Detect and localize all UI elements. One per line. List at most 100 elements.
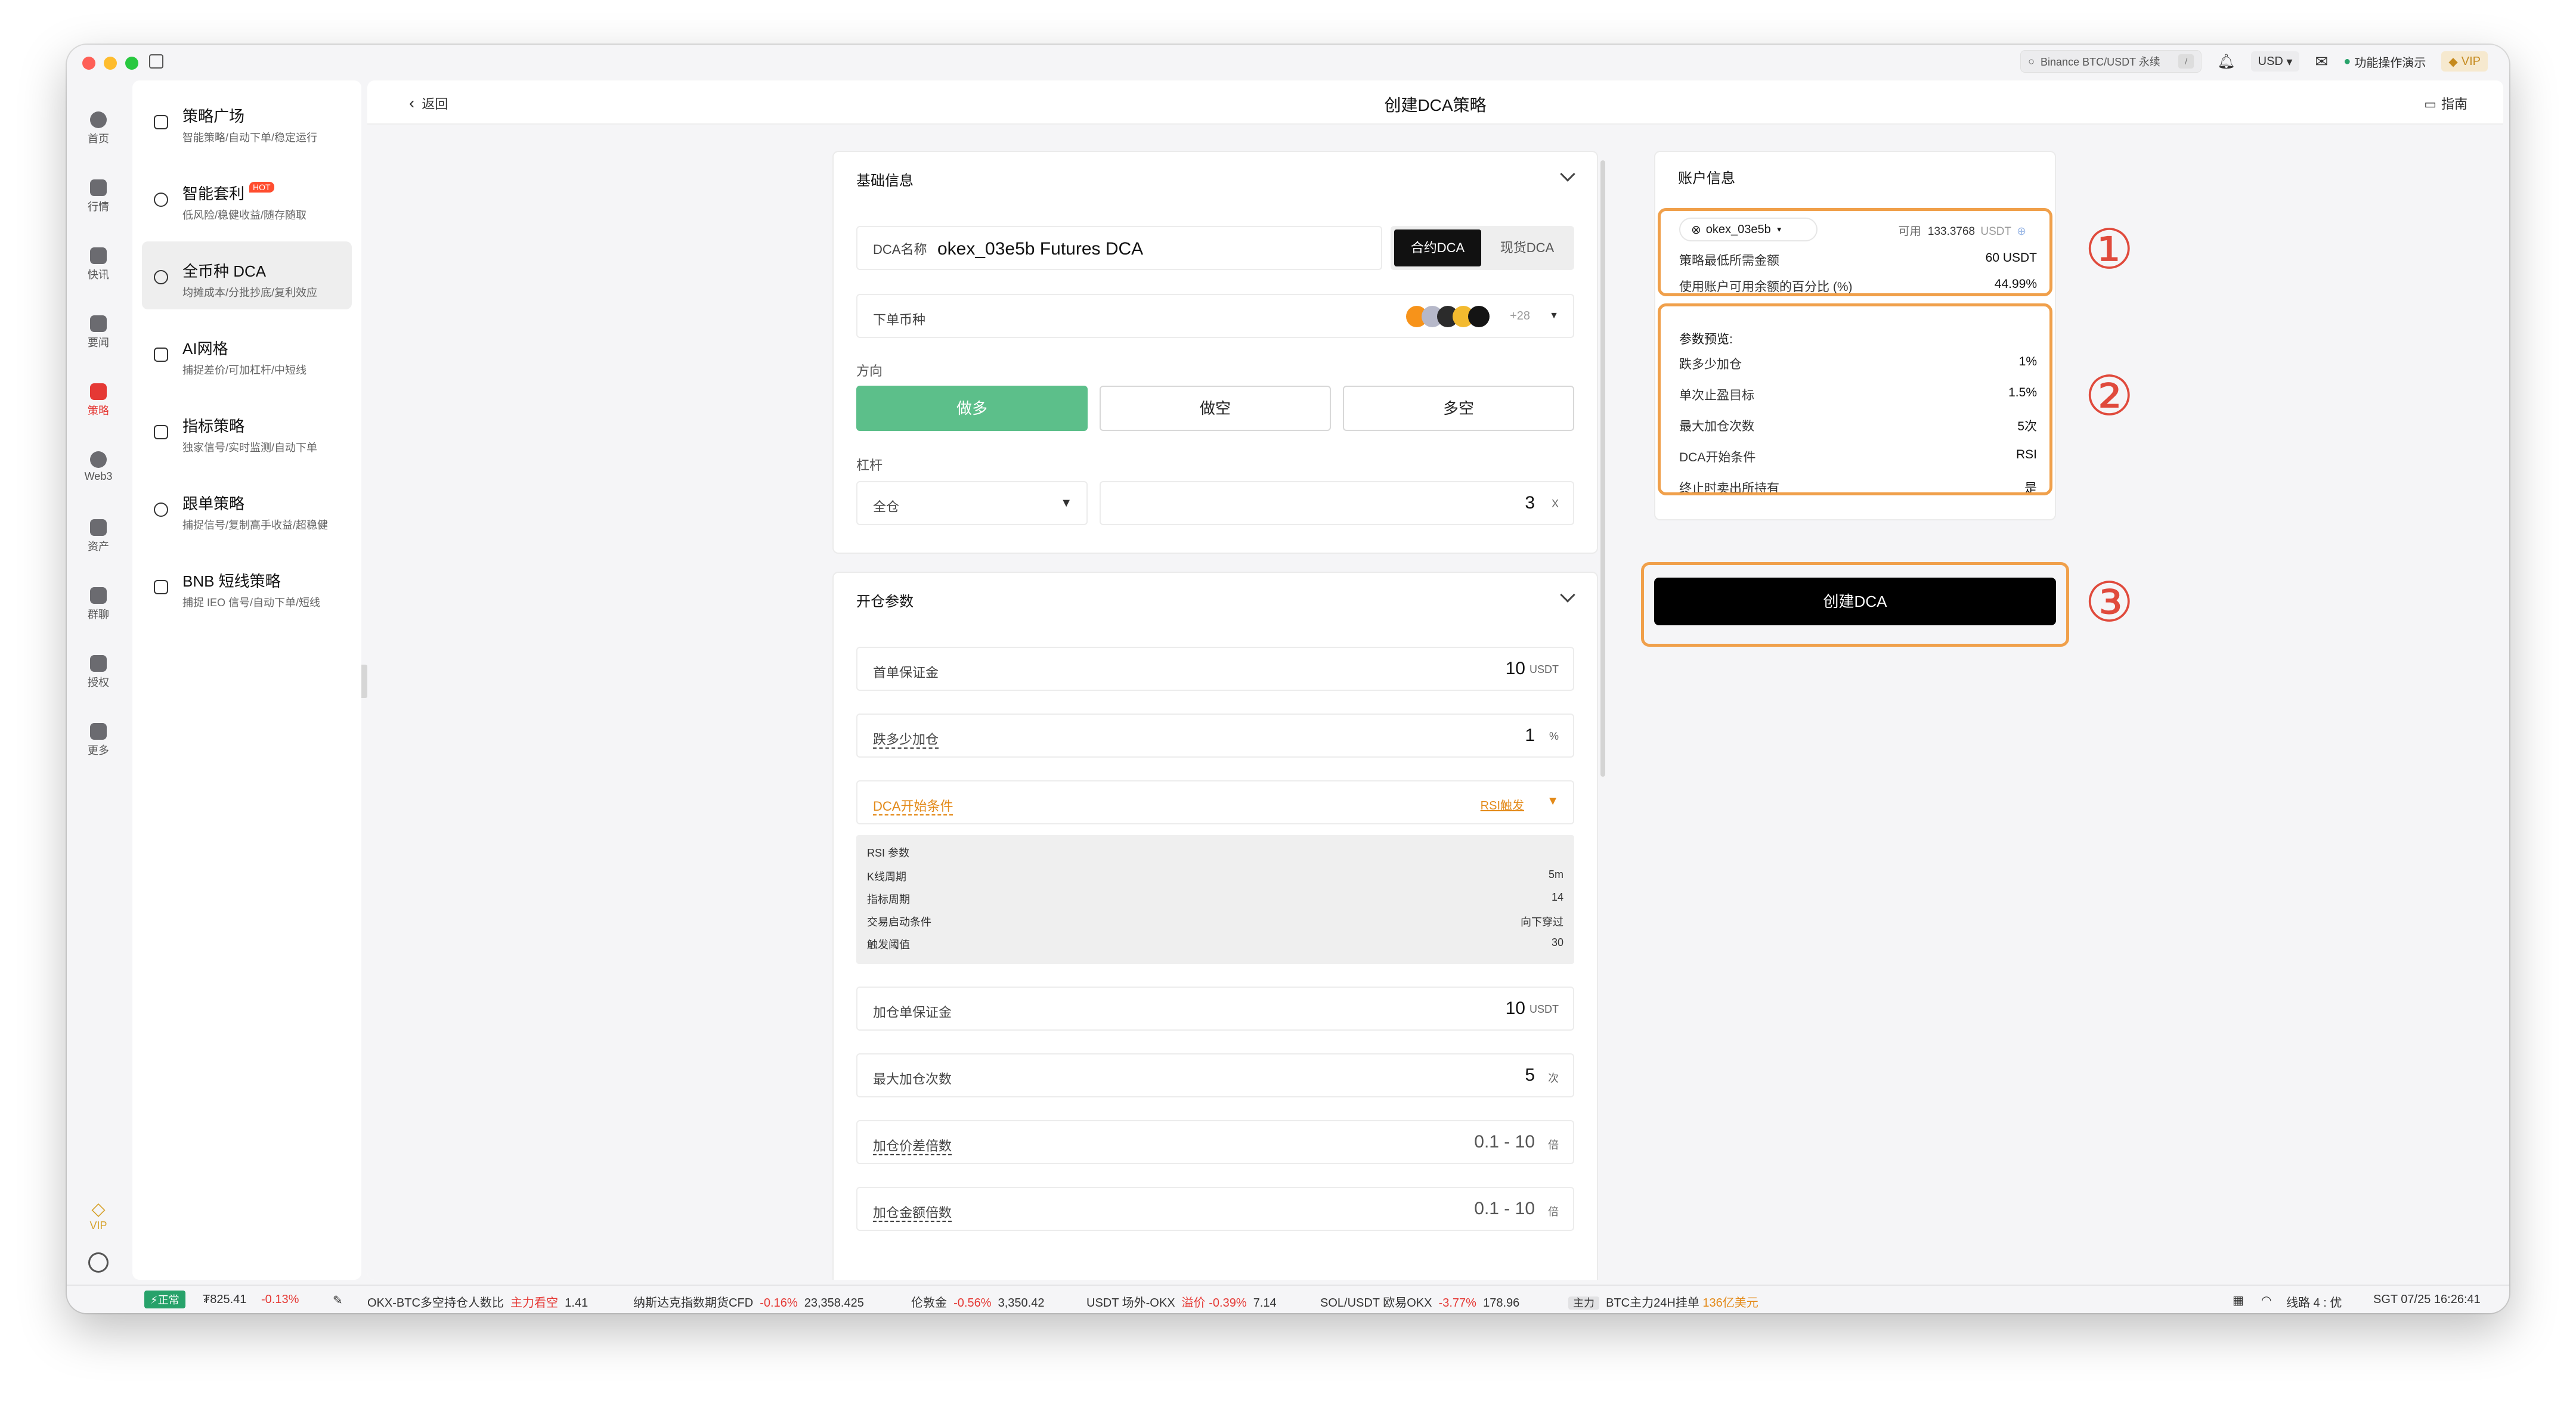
document-icon	[90, 315, 107, 332]
rail-item-home[interactable]: 首页	[67, 111, 130, 146]
drop-add-field[interactable]: 跌多少加仓 1 %	[856, 714, 1574, 758]
bell-icon[interactable]: 🔔︎	[2217, 53, 2235, 70]
close-window-button[interactable]	[82, 57, 95, 70]
dca-name-field[interactable]: DCA名称 okex_03e5b Futures DCA	[856, 226, 1382, 270]
strategy-sidebar: 策略广场 智能策略/自动下单/稳定运行 智能套利 HOT 低风险/稳健收益/随存随…	[132, 80, 361, 1280]
maximize-window-button[interactable]	[125, 57, 138, 70]
rail-item-more[interactable]: 更多	[67, 723, 130, 758]
rail-item-auth[interactable]: 授权	[67, 655, 130, 690]
tab-spot-dca[interactable]: 现货DCA	[1484, 229, 1571, 266]
long-short-button[interactable]: 多空	[1343, 386, 1574, 431]
field-label: 下单币种	[873, 312, 926, 327]
vip-text: VIP	[2461, 54, 2481, 68]
ticker-item[interactable]: SOL/USDT 欧易OKX -3.77% 178.96	[1320, 1293, 1519, 1310]
coin-more-count: +28	[1510, 309, 1530, 322]
rail-label: 群聊	[88, 609, 109, 621]
chevron-down-icon[interactable]	[1560, 166, 1575, 182]
sidebar-item-desc: 捕捉信号/复制高手收益/超稳健	[182, 519, 329, 531]
settings-button[interactable]	[67, 1252, 130, 1273]
sidebar-item-title: 策略广场	[182, 107, 245, 125]
sidebar-item-title: BNB 短线策略	[182, 572, 281, 590]
max-add-field[interactable]: 最大加仓次数 5 次	[856, 1053, 1574, 1097]
currency-select[interactable]: USD ▾	[2250, 51, 2300, 72]
sidebar-item-bnb[interactable]: BNB 短线策略 捕捉 IEO 信号/自动下单/短线	[142, 551, 352, 619]
sidebar-item-indicator[interactable]: 指标策略 独家信号/实时监测/自动下单	[142, 396, 352, 464]
leverage-input[interactable]: 3 X	[1100, 481, 1574, 525]
annotation-box-1	[1658, 208, 2052, 296]
rail-item-headlines[interactable]: 要闻	[67, 315, 130, 350]
start-condition-select[interactable]: DCA开始条件 RSI触发 ▼	[856, 780, 1574, 824]
ticker-item[interactable]: 纳斯达克指数期货CFD -0.16% 23,358.425	[633, 1293, 864, 1310]
coin-select[interactable]: 下单币种 +28 ▼	[856, 294, 1574, 338]
rail-label: VIP	[89, 1220, 107, 1232]
field-label: 跌多少加仓	[873, 732, 939, 747]
rail-item-market[interactable]: 行情	[67, 179, 130, 214]
ticker-value: 7.14	[1253, 1296, 1277, 1310]
pen-icon[interactable]: ✎	[333, 1293, 343, 1308]
amount-multiplier-value: 0.1 - 10	[1474, 1199, 1535, 1218]
sidebar-item-dca[interactable]: 全币种 DCA 均摊成本/分批抄底/复利效应	[142, 241, 352, 309]
chevron-down-icon[interactable]	[1560, 587, 1575, 603]
line-status[interactable]: 线路 4 : 优	[2286, 1293, 2342, 1310]
add-margin-field[interactable]: 加仓单保证金 10 USDT	[856, 987, 1574, 1031]
ticker-item[interactable]: 伦敦金 -0.56% 3,350.42	[911, 1293, 1044, 1310]
sidebar-item-desc: 捕捉差价/可加杠杆/中短线	[182, 364, 307, 376]
sidebar-item-ai-grid[interactable]: AI网格 捕捉差价/可加杠杆/中短线	[142, 319, 352, 387]
copy-icon	[154, 503, 168, 517]
short-button[interactable]: 做空	[1100, 386, 1331, 431]
margin-mode-select[interactable]: 全仓 ▼	[856, 481, 1088, 525]
calculator-icon[interactable]: ▦	[2233, 1293, 2244, 1308]
mode-label[interactable]: ● 功能操作演示	[2343, 53, 2426, 70]
rail-item-assets[interactable]: 资产	[67, 519, 130, 554]
minimize-window-button[interactable]	[104, 57, 117, 70]
ticker-item[interactable]: OKX-BTC多空持仓人数比 主力看空 1.41	[367, 1293, 588, 1310]
rail-item-strategy[interactable]: 策略	[67, 383, 130, 418]
rail-item-news[interactable]: 快讯	[67, 247, 130, 282]
ticker-item[interactable]: 主力 BTC主力24H挂单 136亿美元	[1568, 1293, 1758, 1310]
page-title: 创建DCA策略	[1384, 96, 1487, 114]
gear-icon	[88, 1252, 109, 1273]
rail-item-chat[interactable]: 群聊	[67, 587, 130, 622]
sidebar-item-strategy-square[interactable]: 策略广场 智能策略/自动下单/稳定运行	[142, 86, 352, 154]
coin-icons	[1406, 306, 1490, 327]
sidebar-item-title-text: 智能套利	[182, 185, 245, 203]
ticker-item[interactable]: USDT 场外-OKX 溢价 -0.39% 7.14	[1086, 1293, 1277, 1310]
first-margin-field[interactable]: 首单保证金 10 USDT	[856, 647, 1574, 691]
rsi-value: 5m	[1548, 869, 1563, 880]
status-text: 正常	[157, 1294, 179, 1306]
guide-button[interactable]: ▭ 指南	[2424, 94, 2467, 113]
sidebar-item-desc: 低风险/稳健收益/随存随取	[182, 209, 307, 221]
amount-multiplier-field[interactable]: 加仓金额倍数 0.1 - 10 倍	[856, 1187, 1574, 1231]
form-scrollbar[interactable]	[1600, 160, 1605, 777]
tab-futures-dca[interactable]: 合约DCA	[1394, 229, 1481, 266]
new-window-icon[interactable]	[149, 54, 163, 69]
rsi-value: 向下穿过	[1521, 916, 1563, 928]
rail-item-vip[interactable]: ◇ VIP	[67, 1199, 130, 1232]
rail-label: 首页	[88, 133, 109, 145]
rail-label: Web3	[84, 470, 113, 482]
field-label: 加仓金额倍数	[873, 1205, 952, 1220]
rail-label: 策略	[88, 405, 109, 417]
sidebar-item-desc: 捕捉 IEO 信号/自动下单/短线	[182, 597, 321, 609]
diamond-icon: ◆	[2448, 55, 2458, 69]
search-input[interactable]: ○ Binance BTC/USDT 永续 /	[2020, 50, 2202, 73]
ticker-value: 3,350.42	[998, 1296, 1045, 1310]
page-content: 基础信息 DCA名称 okex_03e5b Futures DCA 合约DCA …	[367, 125, 2503, 1280]
field-label: 首单保证金	[873, 665, 939, 680]
diamond-icon: ◇	[91, 1199, 106, 1219]
rsi-params-panel: RSI 参数 K线周期 5m 指标周期 14 交易启动条件 向下穿过 触发阈值 30	[856, 835, 1574, 964]
clock-time: SGT 07/25 16:26:41	[2373, 1293, 2481, 1306]
search-text: Binance BTC/USDT 永续	[2041, 56, 2160, 68]
long-button[interactable]: 做多	[856, 386, 1088, 431]
home-icon	[90, 111, 107, 128]
rail-item-web3[interactable]: Web3	[67, 451, 130, 483]
sidebar-item-copy-trading[interactable]: 跟单策略 捕捉信号/复制高手收益/超稳健	[142, 474, 352, 542]
btc-price[interactable]: ₮825.41	[203, 1293, 246, 1307]
ticker-tag: 主力	[1568, 1296, 1599, 1310]
card-title: 基础信息	[856, 173, 914, 189]
vip-badge[interactable]: ◆ VIP	[2441, 51, 2488, 72]
leverage-label: 杠杆	[856, 458, 883, 473]
price-multiplier-field[interactable]: 加仓价差倍数 0.1 - 10 倍	[856, 1120, 1574, 1164]
sidebar-item-arbitrage[interactable]: 智能套利 HOT 低风险/稳健收益/随存随取	[142, 164, 352, 232]
mail-icon[interactable]: ✉	[2315, 52, 2328, 71]
